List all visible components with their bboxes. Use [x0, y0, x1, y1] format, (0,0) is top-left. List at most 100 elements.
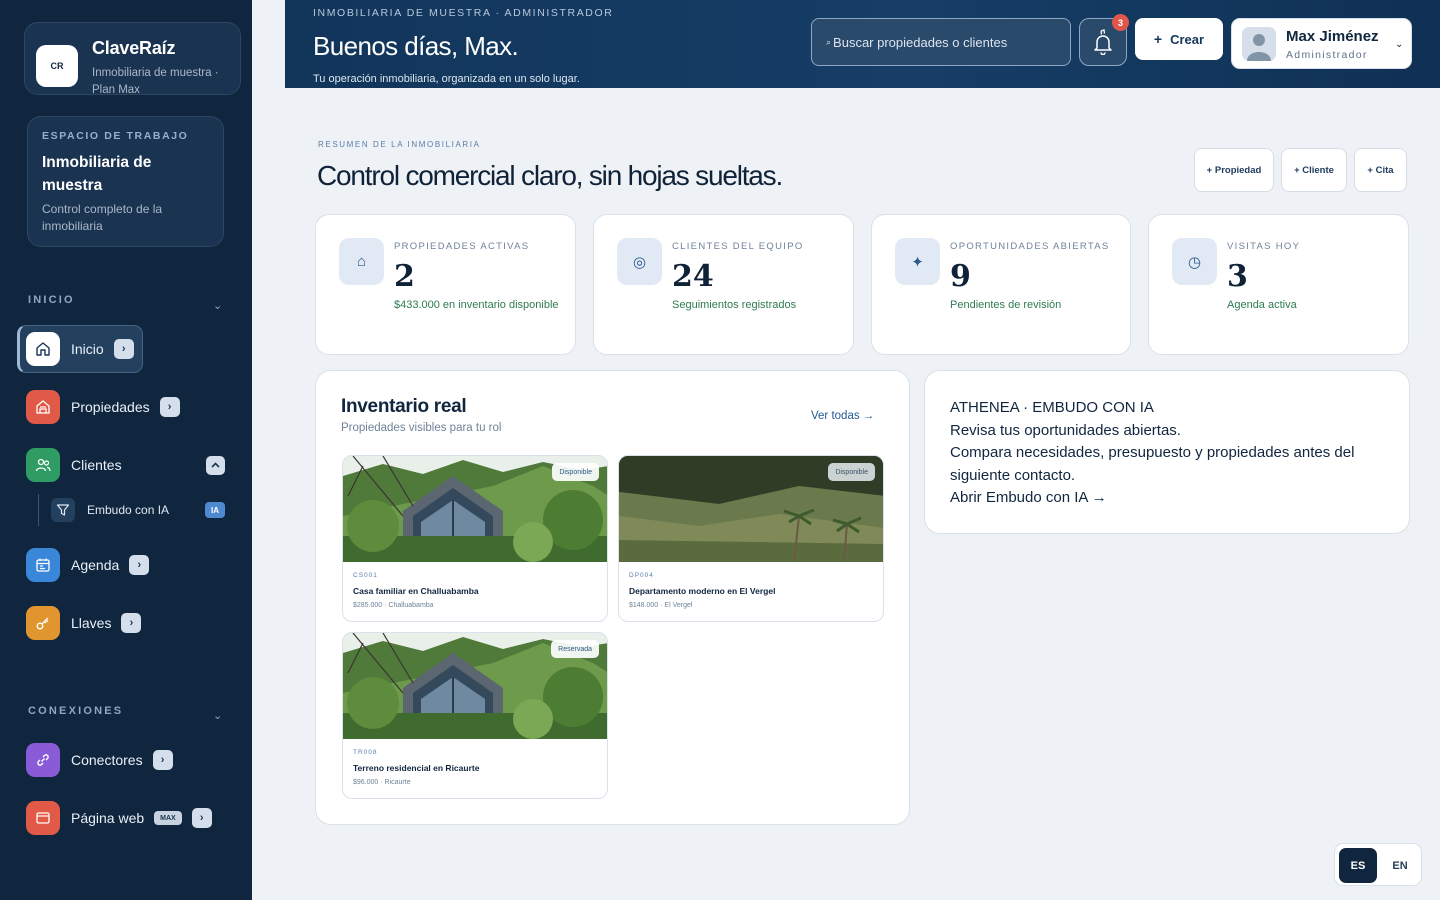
- page-title: Control comercial claro, sin hojas suelt…: [317, 160, 783, 191]
- view-all-link[interactable]: Ver todas →: [811, 410, 874, 422]
- chevron-down-icon: ⌄: [1395, 39, 1404, 50]
- sidebar-item-inicio[interactable]: Inicio ›: [26, 332, 134, 366]
- property-meta: $96.000 · Ricaurte: [353, 779, 411, 786]
- building-icon: [26, 390, 60, 424]
- chevron-up-icon[interactable]: [206, 456, 225, 475]
- chevron-right-icon[interactable]: ›: [159, 397, 180, 417]
- workspace-label: ESPACIO DE TRABAJO: [42, 130, 189, 142]
- section-label-connections: CONEXIONES: [28, 705, 124, 717]
- chevron-right-icon[interactable]: ›: [129, 555, 150, 575]
- clock-icon: ◷: [1172, 238, 1217, 285]
- property-card[interactable]: Reservada TR008 Terreno residencial en R…: [342, 632, 608, 799]
- chevron-right-icon[interactable]: ›: [152, 750, 173, 770]
- sidebar-item-pagina-web[interactable]: Página web MAX ›: [26, 801, 212, 835]
- workspace-title: Inmobiliaria de muestra: [42, 154, 152, 194]
- submenu-line: [38, 494, 39, 526]
- sidebar-item-label: Clientes: [71, 457, 122, 473]
- sidebar-item-clientes[interactable]: Clientes: [26, 448, 122, 482]
- property-code: DP004: [629, 572, 654, 579]
- stat-value: 2: [394, 259, 415, 294]
- property-card[interactable]: Disponible DP004 Departamento moderno en…: [618, 455, 884, 622]
- sparkle-icon: ✦: [895, 238, 940, 285]
- brand-card[interactable]: CR ClaveRaíz Inmobiliaria de muestra · P…: [24, 22, 241, 96]
- sidebar-item-conectores[interactable]: Conectores ›: [26, 743, 173, 777]
- ai-card-heading: ATHENEA · EMBUDO CON IA: [950, 399, 1154, 416]
- stat-label: OPORTUNIDADES ABIERTAS: [950, 241, 1110, 252]
- ai-funnel-card: ATHENEA · EMBUDO CON IA Revisa tus oport…: [924, 370, 1410, 534]
- stat-card-clients[interactable]: ◎ CLIENTES DEL EQUIPO 24 Seguimientos re…: [593, 214, 854, 355]
- stat-card-properties[interactable]: ⌂ PROPIEDADES ACTIVAS 2 $433.000 en inve…: [315, 214, 576, 355]
- search-input[interactable]: ⌕ Buscar propiedades o clientes: [811, 18, 1071, 66]
- workspace-card[interactable]: ESPACIO DE TRABAJO Inmobiliaria de muest…: [27, 116, 224, 247]
- property-card[interactable]: Disponible CS001 Casa familiar en Challu…: [342, 455, 608, 622]
- max-badge: MAX: [154, 811, 182, 825]
- sidebar-item-label: Agenda: [71, 557, 120, 573]
- section-label-home: INICIO: [28, 294, 75, 306]
- property-code: CS001: [353, 572, 378, 579]
- stat-value: 9: [950, 259, 971, 294]
- property-name: Casa familiar en Challuabamba: [353, 586, 479, 596]
- sidebar: CR ClaveRaíz Inmobiliaria de muestra · P…: [0, 0, 252, 900]
- ai-card-text: Revisa tus oportunidades abiertas.: [950, 421, 1181, 439]
- stat-note: Agenda activa: [1227, 299, 1297, 311]
- home-icon: [26, 332, 60, 366]
- avatar: [1242, 27, 1276, 61]
- open-ai-funnel-link[interactable]: Abrir Embudo con IA →: [950, 487, 1384, 510]
- chevron-down-icon[interactable]: ⌄: [213, 299, 222, 312]
- status-badge: Disponible: [828, 463, 875, 481]
- add-property-button[interactable]: + Propiedad: [1194, 148, 1274, 192]
- house-icon: ⌂: [339, 238, 384, 285]
- property-name: Departamento moderno en El Vergel: [629, 586, 776, 596]
- property-name: Terreno residencial en Ricaurte: [353, 763, 480, 773]
- sidebar-item-label: Propiedades: [71, 399, 150, 415]
- language-switch: ES EN: [1334, 843, 1422, 886]
- link-icon: [26, 743, 60, 777]
- stat-label: CLIENTES DEL EQUIPO: [672, 241, 804, 252]
- brand-subtitle: Inmobiliaria de muestra · Plan Max: [92, 67, 219, 96]
- users-icon: [26, 448, 60, 482]
- greeting: Buenos días, Max.: [313, 31, 519, 61]
- chevron-right-icon[interactable]: ›: [191, 808, 212, 828]
- create-button[interactable]: + Crear: [1135, 18, 1223, 60]
- sidebar-item-label: Conectores: [71, 752, 143, 768]
- target-icon: ◎: [617, 238, 662, 285]
- language-es-button[interactable]: ES: [1339, 848, 1377, 883]
- property-meta: $148.000 · El Vergel: [629, 602, 693, 609]
- chevron-down-icon[interactable]: ⌄: [213, 709, 222, 722]
- sidebar-item-agenda[interactable]: Agenda ›: [26, 548, 150, 582]
- stat-card-opportunities[interactable]: ✦ OPORTUNIDADES ABIERTAS 9 Pendientes de…: [871, 214, 1131, 355]
- sidebar-item-llaves[interactable]: Llaves ›: [26, 606, 142, 640]
- workspace-subtitle: Control completo de la inmobiliaria: [42, 202, 163, 233]
- search-icon: ⌕: [826, 36, 832, 47]
- user-menu[interactable]: Max Jiménez Administrador ⌄: [1231, 18, 1412, 69]
- bell-icon: [1094, 29, 1112, 55]
- stat-card-visits[interactable]: ◷ VISITAS HOY 3 Agenda activa: [1148, 214, 1409, 355]
- user-name: Max Jiménez: [1286, 28, 1379, 45]
- ia-badge: IA: [205, 502, 225, 518]
- language-en-button[interactable]: EN: [1381, 848, 1419, 883]
- create-label: Crear: [1170, 31, 1205, 47]
- chevron-right-icon[interactable]: ›: [121, 613, 142, 633]
- sidebar-item-label: Llaves: [71, 615, 112, 631]
- status-badge: Disponible: [552, 463, 599, 481]
- sidebar-item-label: Página web: [71, 810, 145, 826]
- brand-logo: CR: [36, 45, 78, 87]
- add-client-button[interactable]: + Cliente: [1281, 148, 1347, 192]
- calendar-icon: [26, 548, 60, 582]
- stat-note: Pendientes de revisión: [950, 299, 1062, 311]
- property-meta: $285.000 · Challuabamba: [353, 602, 434, 609]
- property-code: TR008: [353, 749, 378, 756]
- sidebar-subitem-embudo[interactable]: Embudo con IA: [51, 498, 169, 522]
- stat-value: 24: [672, 259, 714, 294]
- brand-name: ClaveRaíz: [92, 38, 176, 58]
- chevron-right-icon[interactable]: ›: [113, 339, 134, 359]
- header-subtitle: Tu operación inmobiliaria, organizada en…: [313, 73, 580, 85]
- funnel-icon: [51, 498, 75, 522]
- status-badge: Reservada: [551, 640, 599, 658]
- summary-kicker: RESUMEN DE LA INMOBILIARIA: [318, 140, 481, 149]
- plus-icon: +: [1153, 31, 1163, 47]
- add-appointment-button[interactable]: + Cita: [1354, 148, 1407, 192]
- stat-value: 3: [1227, 259, 1248, 294]
- key-icon: [26, 606, 60, 640]
- sidebar-item-propiedades[interactable]: Propiedades ›: [26, 390, 180, 424]
